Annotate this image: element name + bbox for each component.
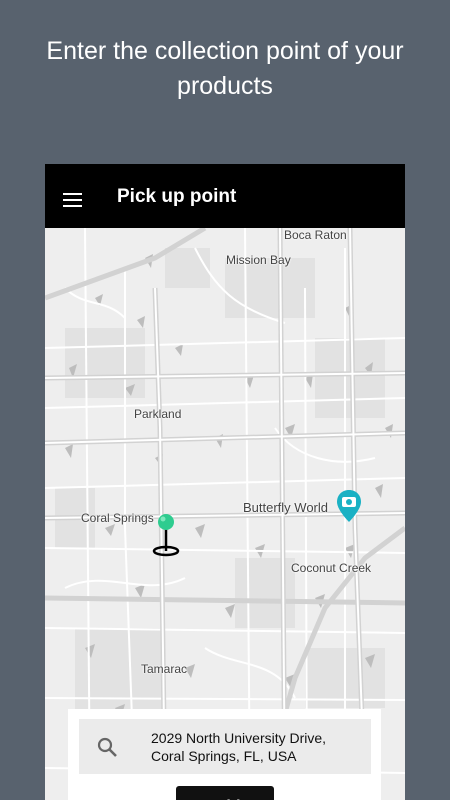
headline-line-2: products bbox=[177, 72, 273, 100]
page-title: Pick up point bbox=[117, 186, 237, 207]
address-text: 2029 North University Drive, Coral Sprin… bbox=[151, 729, 361, 765]
map-label-parkland: Parkland bbox=[134, 407, 182, 421]
address-line-1: 2029 North University Drive, bbox=[151, 730, 327, 746]
hamburger-menu-icon[interactable] bbox=[63, 193, 82, 207]
address-card: 2029 North University Drive, Coral Sprin… bbox=[68, 709, 381, 800]
phone-screen: Pick up point Boca Raton Mission Bay Par… bbox=[45, 164, 405, 800]
map-label-boca-raton: Boca Raton bbox=[284, 228, 347, 242]
map-label-butterfly-world: Butterfly World bbox=[243, 500, 329, 515]
search-icon bbox=[97, 737, 117, 757]
camera-poi-icon[interactable] bbox=[337, 490, 361, 522]
app-bar: Pick up point bbox=[45, 164, 405, 228]
address-field[interactable]: 2029 North University Drive, Coral Sprin… bbox=[79, 719, 371, 774]
map-label-tamarac: Tamarac bbox=[141, 662, 188, 676]
headline-line-1: Enter the collection point of your bbox=[46, 37, 404, 65]
map-label-coral-springs: Coral Springs bbox=[81, 511, 154, 525]
address-line-2: Coral Springs, FL, USA bbox=[151, 748, 297, 764]
location-pin-icon[interactable] bbox=[151, 513, 181, 557]
map-label-mission-bay: Mission Bay bbox=[226, 253, 291, 267]
map-label-coconut-creek: Coconut Creek bbox=[291, 561, 372, 575]
add-button[interactable]: Add bbox=[176, 786, 274, 800]
onboarding-headline: Enter the collection point of your produ… bbox=[0, 34, 450, 104]
